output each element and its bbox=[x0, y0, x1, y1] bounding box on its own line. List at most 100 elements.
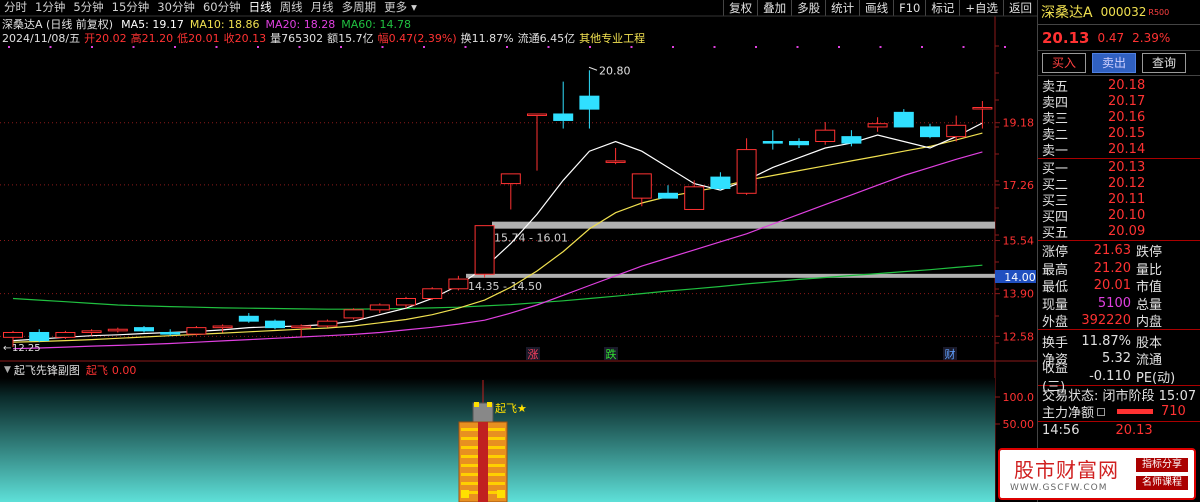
orderbook-row[interactable]: 买五 20.09 bbox=[1038, 224, 1200, 241]
candle-body-down[interactable] bbox=[160, 331, 181, 335]
stat-label: 最低 bbox=[1042, 280, 1069, 296]
candle-body-up[interactable] bbox=[212, 325, 233, 329]
trade-buttons: 买入 卖出 查询 bbox=[1038, 50, 1200, 76]
candle-body-down[interactable] bbox=[789, 140, 809, 146]
price-row: 20.13 0.47 2.39% bbox=[1038, 24, 1200, 50]
orderbook-row[interactable]: 卖五 20.18 bbox=[1038, 77, 1200, 95]
marker-dot bbox=[506, 46, 508, 48]
orderbook-row[interactable]: 卖一 20.14 bbox=[1038, 142, 1200, 159]
candle-body-down[interactable] bbox=[265, 320, 285, 329]
stats-block-1: 涨停 21.63 跌停 最高 21.20 量比 最低 20.01 市值 现量 5100 总量 外盘 392… bbox=[1038, 239, 1200, 330]
ma5-label: MA5: 19.17 bbox=[121, 17, 184, 31]
price-axis-label: 19.18 bbox=[1003, 117, 1035, 130]
candle-body-up[interactable] bbox=[369, 304, 390, 311]
bid-book: 买一 20.13 买二 20.12 买三 20.11 买四 20.10 买五 20.09 bbox=[1038, 159, 1200, 242]
candle-body-up[interactable] bbox=[867, 123, 888, 128]
candle-body-up[interactable] bbox=[972, 107, 993, 110]
query-button[interactable]: 查询 bbox=[1142, 53, 1186, 73]
main-flow-icon[interactable] bbox=[1097, 407, 1106, 416]
candle-body-down[interactable] bbox=[238, 315, 259, 322]
candle-body-up[interactable] bbox=[631, 173, 652, 199]
tick-row: 14:56 20.13 bbox=[1038, 420, 1200, 439]
candle-body-up[interactable] bbox=[736, 149, 757, 194]
high-pointer bbox=[588, 66, 598, 71]
candle-body-up[interactable] bbox=[396, 297, 416, 306]
signal-label: 起飞★ bbox=[495, 402, 527, 415]
bar-close: 收20.13 bbox=[223, 32, 267, 45]
buy-button[interactable]: 买入 bbox=[1042, 53, 1086, 73]
marker-dot bbox=[547, 46, 550, 48]
orderbook-row[interactable]: 买四 20.10 bbox=[1038, 208, 1200, 225]
marker-dot bbox=[630, 46, 633, 48]
orderbook-row[interactable]: 卖三 20.16 bbox=[1038, 109, 1200, 127]
candle-body-up[interactable] bbox=[527, 113, 547, 116]
kline-chart[interactable]: 19.18 17.26 15.54 13.90 12.58 100.0 50.00 15.74… bbox=[0, 0, 1037, 502]
chart-header-ohlc: 2024/11/08/五 开20.02 高21.20 低20.01 收20.13… bbox=[2, 31, 649, 45]
last-price: 20.13 bbox=[1042, 28, 1090, 47]
subchart-indicator: 起飞 bbox=[85, 364, 108, 377]
candle-body-up[interactable] bbox=[107, 328, 128, 332]
orderbook-price: 20.13 bbox=[1108, 159, 1146, 175]
orderbook-row[interactable]: 买三 20.11 bbox=[1038, 191, 1200, 209]
candle-body-up[interactable] bbox=[317, 320, 338, 327]
event-marker-die[interactable]: 跌 bbox=[606, 347, 617, 361]
ma20-label: MA20: 18.28 bbox=[265, 17, 336, 31]
candle-body-up[interactable] bbox=[448, 278, 469, 290]
candle-body-down[interactable] bbox=[658, 192, 678, 199]
bar-industry[interactable]: 其他专业工程 bbox=[579, 30, 645, 46]
candle-body-down[interactable] bbox=[920, 126, 940, 138]
orderbook-row[interactable]: 买一 20.13 bbox=[1038, 159, 1200, 177]
candle-body-up[interactable] bbox=[500, 173, 521, 185]
orderbook-row[interactable]: 卖二 20.15 bbox=[1038, 126, 1200, 143]
price-axis-label: 15.54 bbox=[1003, 235, 1035, 248]
stat-label: 流通 bbox=[1136, 353, 1163, 369]
orderbook-price: 20.11 bbox=[1108, 191, 1146, 207]
orderbook-row[interactable]: 买二 20.12 bbox=[1038, 175, 1200, 193]
stat-value: 21.63 bbox=[1093, 243, 1131, 259]
candle-body-down[interactable] bbox=[134, 327, 154, 332]
subchart-title[interactable]: 起飞先锋副图 bbox=[14, 362, 80, 378]
candle-body-down[interactable] bbox=[553, 113, 574, 121]
stat-row: 现量 5100 总量 bbox=[1038, 294, 1200, 313]
candle-body-down[interactable] bbox=[29, 331, 50, 342]
candle-body-up[interactable] bbox=[55, 331, 76, 338]
main-flow-value: 710 bbox=[1161, 404, 1186, 420]
event-marker-cai[interactable]: 财 bbox=[945, 347, 956, 361]
candle-body-down[interactable] bbox=[710, 176, 731, 189]
stock-header: 深桑达A 000032 R500 bbox=[1038, 0, 1200, 24]
candle-body-down[interactable] bbox=[841, 136, 862, 144]
price-axis-label: 12.58 bbox=[1003, 330, 1035, 343]
sell-button[interactable]: 卖出 bbox=[1092, 53, 1136, 73]
stat-value: 20.01 bbox=[1093, 278, 1131, 294]
subchart-value: 0.00 bbox=[111, 363, 137, 377]
candle-body-up[interactable] bbox=[605, 160, 626, 163]
candle-body-up[interactable] bbox=[81, 330, 102, 333]
candle-body-up[interactable] bbox=[186, 327, 207, 335]
candle-body-up[interactable] bbox=[422, 288, 443, 299]
price-change-pct: 2.39% bbox=[1132, 30, 1171, 45]
marker-dot bbox=[8, 46, 10, 48]
candle-body-up[interactable] bbox=[291, 325, 312, 329]
candle-body-up[interactable] bbox=[815, 129, 836, 142]
event-marker-zhang[interactable]: 涨 bbox=[528, 348, 539, 361]
candle-body-up[interactable] bbox=[3, 331, 23, 338]
watermark-logo: 股市财富网 WWW.GSCFW.COM 指标分享 名师课程 bbox=[998, 448, 1196, 500]
candle-body-up[interactable] bbox=[343, 309, 364, 319]
candle-body-down[interactable] bbox=[762, 140, 783, 144]
orderbook-row[interactable]: 卖四 20.17 bbox=[1038, 93, 1200, 111]
subchart-axis-label: 100.0 bbox=[1003, 391, 1035, 404]
orderbook-price: 20.12 bbox=[1108, 175, 1146, 191]
ask-book: 卖五 20.18 卖四 20.17 卖三 20.16 卖二 20.15 卖一 20.14 bbox=[1038, 76, 1200, 160]
signal-tower-dot bbox=[474, 402, 479, 407]
stat-label: 跌停 bbox=[1136, 245, 1163, 261]
candle-body-up[interactable] bbox=[474, 225, 495, 275]
bar-amplitude: 幅0.47(2.39%) bbox=[377, 32, 457, 45]
tick-price: 20.13 bbox=[1115, 422, 1153, 438]
candle-body-down[interactable] bbox=[579, 95, 600, 110]
candle-body-up[interactable] bbox=[684, 186, 705, 210]
support-zone-label: 14.35 - 14.50 bbox=[468, 280, 542, 293]
bar-low: 低20.01 bbox=[177, 32, 220, 45]
subchart-collapse-icon[interactable]: ▼ bbox=[4, 365, 11, 375]
candle-body-up[interactable] bbox=[946, 124, 967, 138]
candle-body-down[interactable] bbox=[893, 111, 914, 128]
